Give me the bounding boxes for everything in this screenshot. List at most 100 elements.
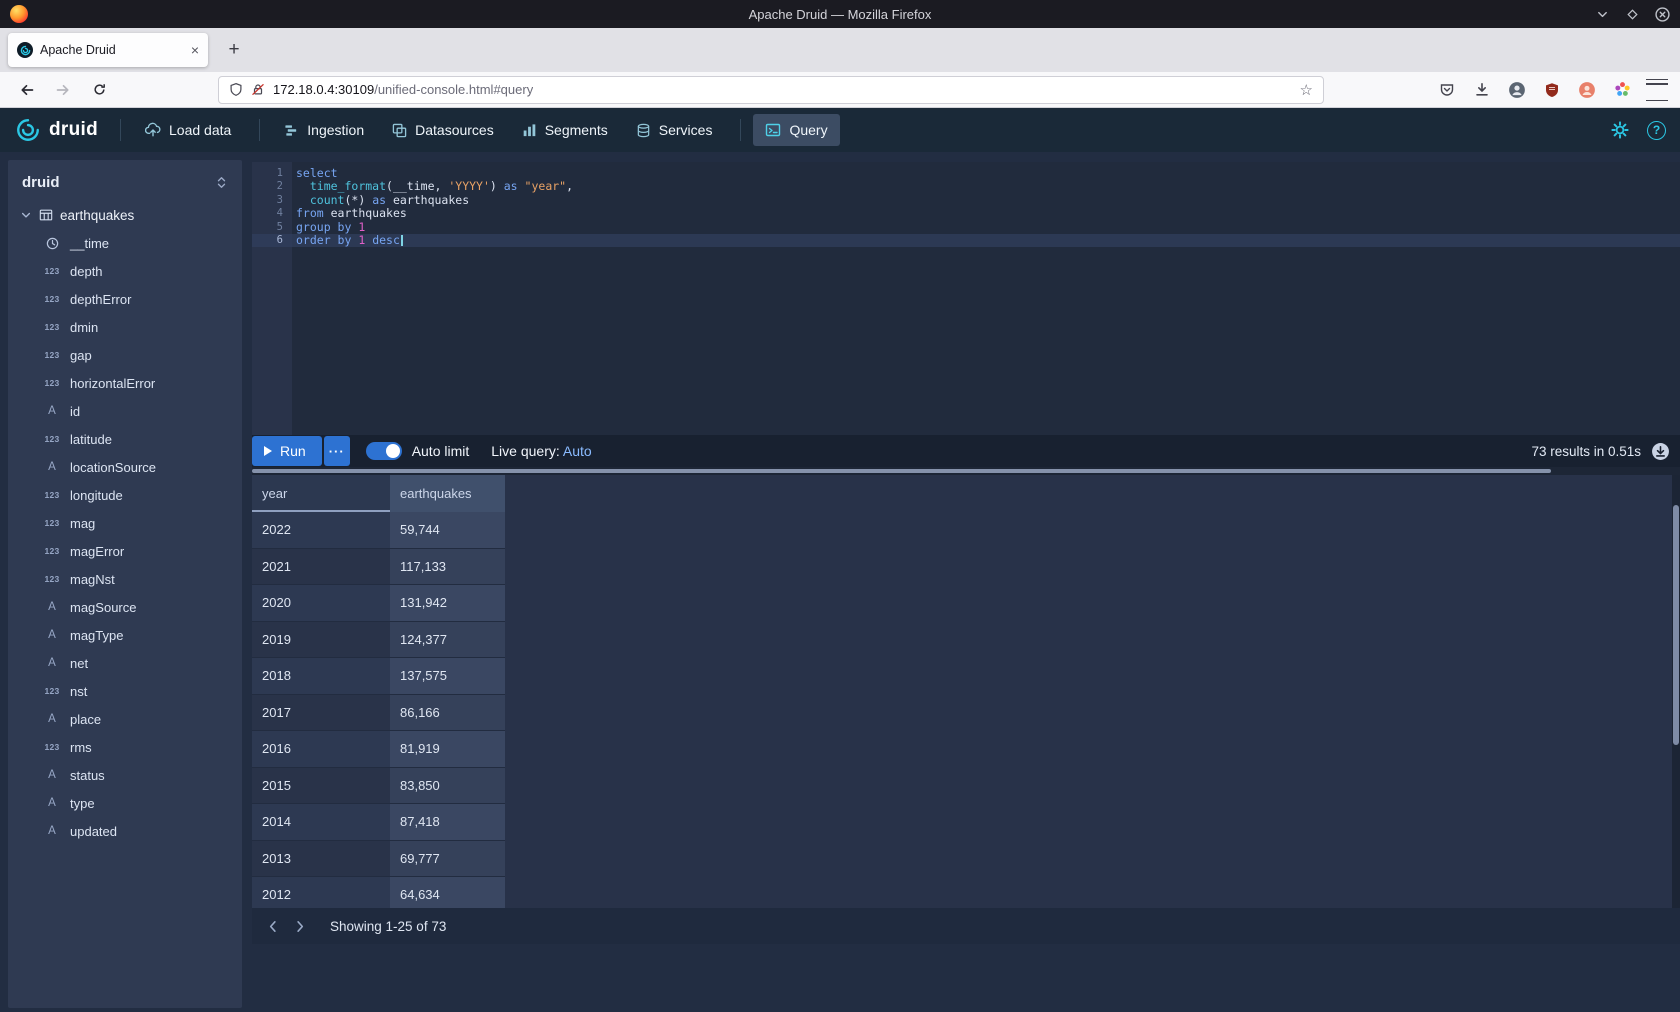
sidebar-column-rms[interactable]: 123rms: [8, 733, 242, 761]
string-column-icon: A: [42, 797, 62, 809]
column-name: mag: [70, 516, 95, 531]
cell-year[interactable]: 2016: [252, 731, 390, 768]
sidebar-column-__time[interactable]: __time: [8, 229, 242, 257]
sidebar-column-id[interactable]: Aid: [8, 397, 242, 425]
sidebar-column-place[interactable]: Aplace: [8, 705, 242, 733]
sidebar-datasource-earthquakes[interactable]: earthquakes: [8, 201, 242, 229]
tracking-protection-shield-icon[interactable]: [229, 82, 243, 97]
account-avatar-icon[interactable]: [1506, 79, 1528, 101]
cell-year[interactable]: 2020: [252, 585, 390, 622]
cell-earthquakes[interactable]: 131,942: [390, 585, 505, 622]
sidebar-column-magError[interactable]: 123magError: [8, 537, 242, 565]
string-column-icon: A: [42, 405, 62, 417]
auto-limit-toggle[interactable]: [366, 442, 402, 460]
sidebar-column-nst[interactable]: 123nst: [8, 677, 242, 705]
cell-year[interactable]: 2017: [252, 695, 390, 732]
extension-avatar-icon[interactable]: [1576, 79, 1598, 101]
download-results-icon[interactable]: [1651, 442, 1670, 461]
sidebar-column-type[interactable]: Atype: [8, 789, 242, 817]
sidebar-column-status[interactable]: Astatus: [8, 761, 242, 789]
menu-button[interactable]: [1646, 79, 1668, 101]
sidebar-column-locationSource[interactable]: AlocationSource: [8, 453, 242, 481]
cell-year[interactable]: 2013: [252, 841, 390, 878]
ublock-extension-icon[interactable]: [1541, 79, 1563, 101]
chevron-down-icon[interactable]: [20, 209, 32, 221]
settings-gear-icon[interactable]: [1611, 121, 1629, 139]
cell-year[interactable]: 2018: [252, 658, 390, 695]
sidebar-column-depth[interactable]: 123depth: [8, 257, 242, 285]
url-input[interactable]: 172.18.0.4:30109/unified-console.html#qu…: [218, 76, 1324, 104]
cell-earthquakes[interactable]: 81,919: [390, 731, 505, 768]
cell-earthquakes[interactable]: 64,634: [390, 877, 505, 908]
vertical-scrollbar-thumb[interactable]: [1673, 505, 1679, 745]
horizontal-scrollbar-thumb[interactable]: [252, 469, 1551, 473]
nav-datasources[interactable]: Datasources: [380, 114, 506, 146]
column-name: magNst: [70, 572, 115, 587]
nav-ingestion[interactable]: Ingestion: [272, 114, 376, 146]
cell-year[interactable]: 2019: [252, 622, 390, 659]
cell-earthquakes[interactable]: 83,850: [390, 768, 505, 805]
cell-earthquakes[interactable]: 137,575: [390, 658, 505, 695]
editor-gutter: 123456: [252, 162, 292, 435]
sql-code[interactable]: select time_format(__time, 'YYYY') as "y…: [292, 167, 1680, 247]
tab-apache-druid[interactable]: Apache Druid ×: [8, 33, 208, 67]
cell-year[interactable]: 2022: [252, 512, 390, 549]
sidebar-column-mag[interactable]: 123mag: [8, 509, 242, 537]
sidebar-column-magNst[interactable]: 123magNst: [8, 565, 242, 593]
previous-page-button[interactable]: [260, 913, 286, 939]
close-tab-icon[interactable]: ×: [191, 43, 199, 57]
next-page-button[interactable]: [286, 913, 312, 939]
column-header-year[interactable]: year: [252, 475, 390, 512]
sidebar-column-dmin[interactable]: 123dmin: [8, 313, 242, 341]
cell-earthquakes[interactable]: 117,133: [390, 549, 505, 586]
insecure-lock-icon[interactable]: [251, 82, 265, 97]
live-query-value[interactable]: Auto: [563, 443, 592, 459]
sidebar-column-updated[interactable]: Aupdated: [8, 817, 242, 845]
sidebar-column-gap[interactable]: 123gap: [8, 341, 242, 369]
cell-earthquakes[interactable]: 69,777: [390, 841, 505, 878]
druid-favicon: [17, 42, 33, 58]
nav-load-data[interactable]: Load data: [133, 114, 243, 146]
close-button[interactable]: [1654, 6, 1670, 22]
forward-button[interactable]: [48, 76, 78, 104]
new-tab-button[interactable]: +: [220, 36, 248, 64]
cell-year[interactable]: 2021: [252, 549, 390, 586]
nav-segments[interactable]: Segments: [510, 114, 620, 146]
sidebar-column-magType[interactable]: AmagType: [8, 621, 242, 649]
reload-button[interactable]: [84, 76, 114, 104]
sql-editor[interactable]: 123456 select time_format(__time, 'YYYY'…: [252, 162, 1680, 435]
cell-earthquakes[interactable]: 124,377: [390, 622, 505, 659]
sidebar-column-longitude[interactable]: 123longitude: [8, 481, 242, 509]
table-icon: [39, 208, 53, 222]
back-button[interactable]: [12, 76, 42, 104]
column-header-earthquakes[interactable]: earthquakes: [390, 475, 505, 512]
numeric-column-icon: 123: [42, 266, 62, 276]
nav-services[interactable]: Services: [624, 114, 725, 146]
vertical-scrollbar[interactable]: [1672, 475, 1680, 908]
pocket-icon[interactable]: [1436, 79, 1458, 101]
downloads-icon[interactable]: [1471, 79, 1493, 101]
minimize-button[interactable]: [1594, 6, 1610, 22]
nav-query[interactable]: Query: [753, 114, 839, 146]
double-caret-icon[interactable]: [215, 175, 228, 190]
cell-earthquakes[interactable]: 59,744: [390, 512, 505, 549]
bookmark-star-icon[interactable]: ☆: [1300, 81, 1313, 99]
cell-earthquakes[interactable]: 86,166: [390, 695, 505, 732]
cell-year[interactable]: 2014: [252, 804, 390, 841]
pinwheel-extension-icon[interactable]: [1611, 79, 1633, 101]
sidebar-column-net[interactable]: Anet: [8, 649, 242, 677]
horizontal-scrollbar[interactable]: [252, 467, 1680, 475]
druid-logo[interactable]: druid: [14, 117, 98, 143]
run-more-button[interactable]: ···: [324, 436, 350, 466]
sidebar-column-magSource[interactable]: AmagSource: [8, 593, 242, 621]
sidebar-column-horizontalError[interactable]: 123horizontalError: [8, 369, 242, 397]
maximize-button[interactable]: [1624, 6, 1640, 22]
cell-year[interactable]: 2012: [252, 877, 390, 908]
numeric-column-icon: 123: [42, 742, 62, 752]
help-icon[interactable]: ?: [1647, 121, 1666, 140]
sidebar-column-latitude[interactable]: 123latitude: [8, 425, 242, 453]
cell-earthquakes[interactable]: 87,418: [390, 804, 505, 841]
cell-year[interactable]: 2015: [252, 768, 390, 805]
sidebar-column-depthError[interactable]: 123depthError: [8, 285, 242, 313]
run-button[interactable]: Run: [252, 436, 322, 466]
